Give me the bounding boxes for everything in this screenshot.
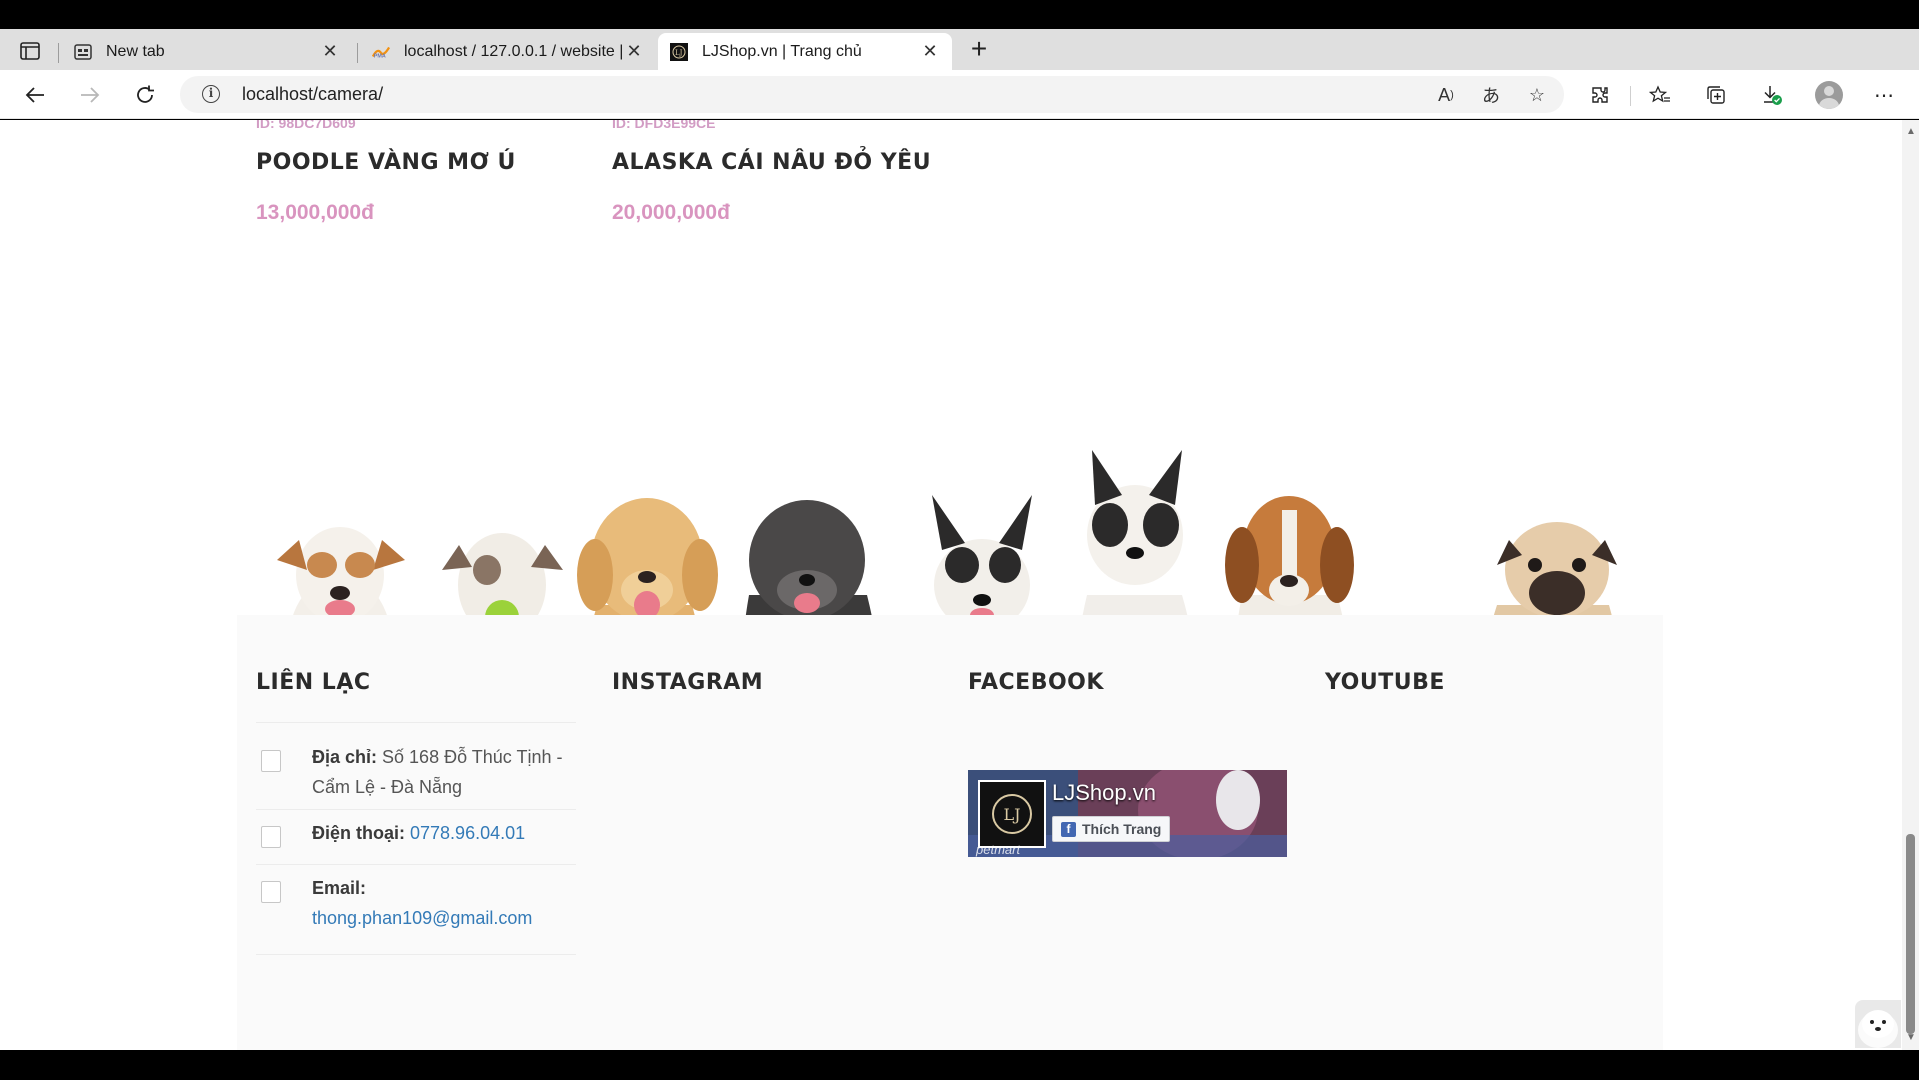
map-marker-icon [261,750,281,772]
youtube-column: Youtube [1325,670,1445,695]
forward-icon[interactable] [75,80,105,110]
product-id: ID: DFD3E99CE [612,120,716,131]
footer: Liên lạc Địa chỉ: Số 168 Đỗ Thúc Tịnh - … [237,615,1663,1050]
browser-toolbar: i localhost/camera/ A) あ ☆ ⋯ [0,70,1919,119]
product-price: 13,000,000đ [256,201,374,224]
envelope-icon [261,881,281,903]
facebook-like-button[interactable]: f Thích Trang [1052,816,1171,842]
product-name[interactable]: Alaska cái nâu đỏ yêu [612,150,931,175]
facebook-heading: Facebook [968,670,1104,695]
site-info-icon[interactable]: i [202,85,220,103]
product-card[interactable]: ID: 98DC7D609 Poodle vàng mơ ú 13,000,00… [256,120,516,225]
chat-widget-avatar[interactable] [1855,1000,1901,1048]
address-bar[interactable]: i localhost/camera/ A) あ ☆ [180,76,1564,113]
cover-text: petmart [976,842,1021,857]
email-link[interactable]: thong.phan109@gmail.com [312,903,572,933]
close-tab-icon[interactable]: ✕ [920,41,940,62]
address-item: Địa chỉ: Số 168 Đỗ Thúc Tịnh - Cẩm Lệ - … [256,730,576,810]
favorites-icon[interactable] [1647,82,1673,108]
scroll-up-icon[interactable]: ▲ [1906,126,1916,137]
product-price: 20,000,000đ [612,201,730,224]
product-name[interactable]: Poodle vàng mơ ú [256,150,516,175]
instagram-column: Instagram [612,670,763,695]
phpmyadmin-icon: PMA [372,43,390,61]
product-card[interactable]: ID: DFD3E99CE Alaska cái nâu đỏ yêu 20,0… [612,120,931,225]
tab-separator [58,43,59,63]
email-label: Email: [312,878,367,898]
phone-text: Điện thoại: 0778.96.04.01 [312,818,572,848]
scrollbar-thumb[interactable] [1906,834,1915,1034]
facebook-icon: f [1061,821,1076,837]
new-tab-button[interactable]: + [964,33,994,64]
tab-title: LJShop.vn | Trang chủ [702,42,862,60]
scroll-down-icon[interactable]: ▼ [1906,1032,1916,1043]
tab-title: localhost / 127.0.0.1 / website | p [404,42,624,60]
product-id: ID: 98DC7D609 [256,120,356,131]
svg-text:PMA: PMA [374,53,386,59]
extensions-icon[interactable] [1587,82,1613,108]
divider [256,722,576,723]
close-tab-icon[interactable]: ✕ [624,41,644,62]
phone-item: Điện thoại: 0778.96.04.01 [256,810,576,865]
address-label: Địa chỉ: [312,747,378,767]
tab-actions-icon[interactable] [14,38,46,64]
instagram-heading: Instagram [612,670,764,695]
new-tab-icon [74,43,92,61]
toolbar-separator [1630,86,1631,106]
read-aloud-icon[interactable]: A) [1434,84,1458,106]
address-text: Địa chỉ: Số 168 Đỗ Thúc Tịnh - Cẩm Lệ - … [312,742,572,802]
like-label: Thích Trang [1082,821,1162,837]
facebook-column: Facebook LJ LJShop.vn f T [968,670,1287,857]
contact-heading: Liên lạc [256,670,371,695]
ljshop-favicon-icon: LJ [670,42,688,61]
translate-icon[interactable]: あ [1479,84,1503,106]
tab-new-tab[interactable]: New tab ✕ [62,33,352,70]
close-tab-icon[interactable]: ✕ [320,41,340,62]
contact-column: Liên lạc Địa chỉ: Số 168 Đỗ Thúc Tịnh - … [256,670,576,955]
address-url[interactable]: localhost/camera/ [242,84,383,105]
back-icon[interactable] [20,80,50,110]
tab-title: New tab [106,42,165,60]
youtube-heading: Youtube [1325,670,1445,695]
email-item: Email: thong.phan109@gmail.com [256,865,576,955]
reload-icon[interactable] [130,80,160,110]
page-viewport: ID: 98DC7D609 Poodle vàng mơ ú 13,000,00… [0,120,1902,1050]
screen: New tab ✕ PMA localhost / 127.0.0.1 / we… [0,0,1919,1080]
logo-ring: LJ [992,794,1032,834]
profile-avatar[interactable] [1815,81,1843,109]
taskbar-gap [0,1050,1919,1080]
tab-ljshop[interactable]: LJ LJShop.vn | Trang chủ ✕ [658,33,952,70]
facebook-page-name[interactable]: LJShop.vn [1052,780,1156,806]
collections-icon[interactable] [1703,82,1729,108]
page-scrollbar[interactable]: ▲ ▼ [1902,120,1919,1050]
downloads-icon[interactable] [1759,82,1785,108]
more-menu-icon[interactable]: ⋯ [1871,82,1897,108]
svg-text:LJ: LJ [675,49,683,57]
tab-separator [357,43,358,63]
tab-phpmyadmin[interactable]: PMA localhost / 127.0.0.1 / website | p … [360,33,656,70]
ljshop-logo: LJ [978,780,1046,848]
phone-link[interactable]: 0778.96.04.01 [410,823,525,843]
email-text: Email: thong.phan109@gmail.com [312,873,572,933]
facebook-page-widget[interactable]: LJ LJShop.vn f Thích Trang petmart [968,770,1287,857]
tab-bar: New tab ✕ PMA localhost / 127.0.0.1 / we… [0,29,1919,86]
phone-label: Điện thoại: [312,823,405,843]
add-favorite-icon[interactable]: ☆ [1525,84,1549,106]
phone-icon [261,826,281,848]
